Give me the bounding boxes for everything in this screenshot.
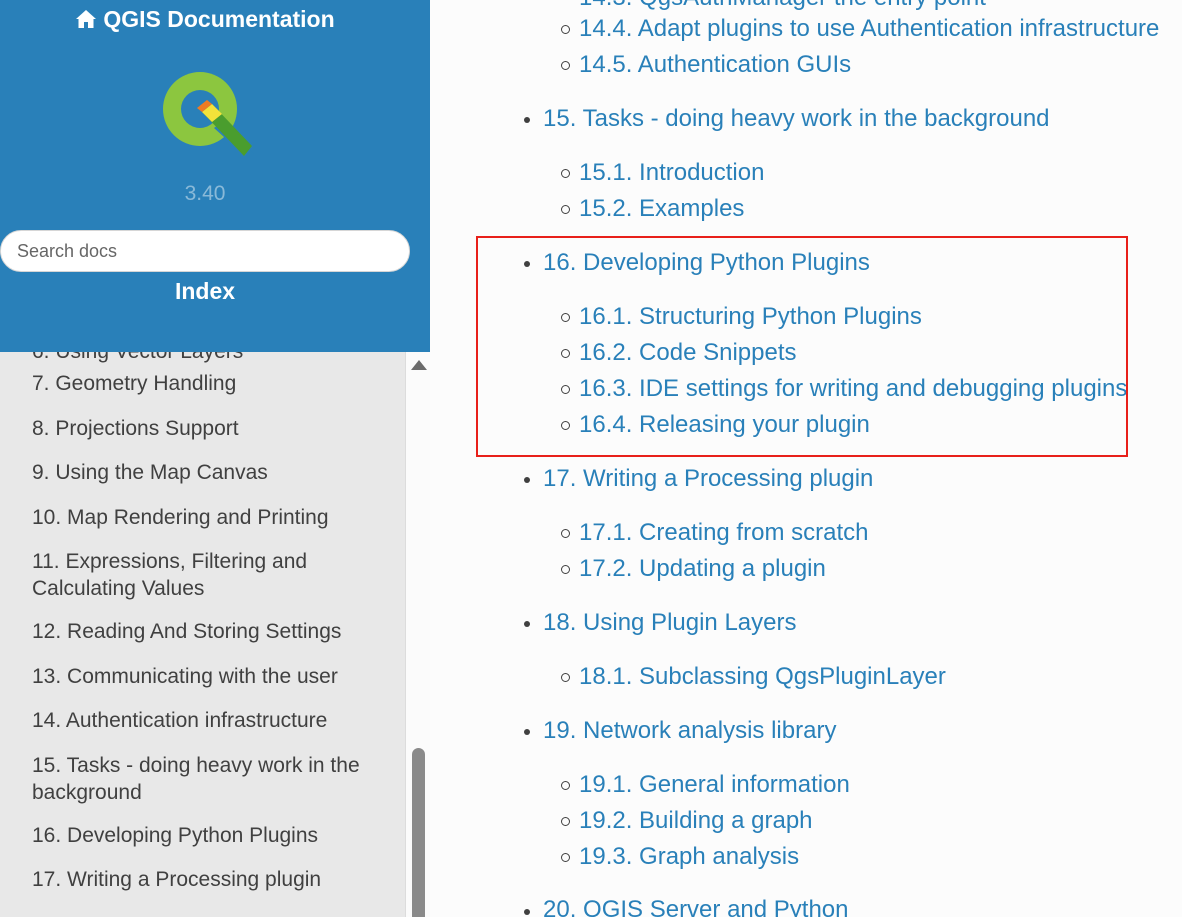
toc-item-partial[interactable]: 6. Using Vector Layers	[32, 352, 243, 364]
toc-list: 6. Using Vector Layers 7. Geometry Handl…	[0, 352, 405, 917]
toc-link[interactable]: 15.2. Examples	[579, 194, 744, 224]
main-content: 14.3. QgsAuthManager the entry point 14.…	[430, 0, 1182, 917]
disc-bullet	[524, 729, 530, 735]
toc-link[interactable]: 16.4. Releasing your plugin	[579, 410, 870, 440]
disc-bullet	[524, 477, 530, 483]
disc-bullet	[524, 261, 530, 267]
toc-link[interactable]: 19. Network analysis library	[543, 716, 836, 746]
sidebar: QGIS Documentation 3.40 Index 6. Using V…	[0, 0, 430, 917]
circle-bullet	[561, 673, 570, 682]
toc-link[interactable]: 20. QGIS Server and Python	[543, 895, 849, 917]
toc-link[interactable]: 14.5. Authentication GUIs	[579, 50, 851, 80]
version-label: 3.40	[184, 182, 226, 205]
circle-bullet	[561, 169, 570, 178]
circle-bullet	[561, 781, 570, 790]
toc-item[interactable]: 16. Developing Python Plugins	[0, 822, 405, 849]
toc-link[interactable]: 16.1. Structuring Python Plugins	[579, 302, 922, 332]
toc-link[interactable]: 19.2. Building a graph	[579, 806, 813, 836]
circle-bullet	[561, 421, 570, 430]
circle-bullet	[561, 25, 570, 34]
toc-link[interactable]: 17.1. Creating from scratch	[579, 518, 868, 548]
site-title: QGIS Documentation	[103, 6, 335, 32]
toc-item[interactable]: 7. Geometry Handling	[0, 370, 405, 397]
sidebar-scrollbar[interactable]	[405, 352, 430, 917]
scroll-up-arrow-icon[interactable]	[411, 360, 427, 370]
home-icon	[75, 8, 97, 35]
circle-bullet	[561, 853, 570, 862]
circle-bullet	[561, 565, 570, 574]
toc-link[interactable]: 18. Using Plugin Layers	[543, 608, 796, 638]
circle-bullet	[561, 349, 570, 358]
toc-link[interactable]: 16. Developing Python Plugins	[543, 248, 870, 278]
toc-link[interactable]: 16.3. IDE settings for writing and debug…	[579, 374, 1127, 404]
home-link[interactable]: QGIS Documentation	[0, 6, 410, 35]
sidebar-header: QGIS Documentation 3.40 Index	[0, 0, 430, 352]
toc-item[interactable]: 12. Reading And Storing Settings	[0, 618, 405, 645]
search-input[interactable]	[0, 230, 410, 272]
toc-link[interactable]: 14.4. Adapt plugins to use Authenticatio…	[579, 14, 1159, 44]
toc-link[interactable]: 16.2. Code Snippets	[579, 338, 797, 368]
circle-bullet	[561, 313, 570, 322]
toc-item[interactable]: 14. Authentication infrastructure	[0, 707, 405, 734]
disc-bullet	[524, 909, 530, 915]
toc-link[interactable]: 19.1. General information	[579, 770, 850, 800]
index-link[interactable]: Index	[0, 278, 410, 305]
toc-item[interactable]: 11. Expressions, Filtering and Calculati…	[0, 548, 405, 602]
toc-item[interactable]: 13. Communicating with the user	[0, 663, 405, 690]
toc-link[interactable]: 17.2. Updating a plugin	[579, 554, 826, 584]
scrollbar-thumb[interactable]	[412, 748, 425, 917]
qgis-logo[interactable]	[154, 62, 254, 162]
circle-bullet	[561, 61, 570, 70]
toc-item[interactable]: 10. Map Rendering and Printing	[0, 504, 405, 531]
toc-link[interactable]: 18.1. Subclassing QgsPluginLayer	[579, 662, 946, 692]
circle-bullet	[561, 529, 570, 538]
toc-link[interactable]: 15.1. Introduction	[579, 158, 764, 188]
toc-item[interactable]: 8. Projections Support	[0, 415, 405, 442]
disc-bullet	[524, 117, 530, 123]
toc-item[interactable]: 9. Using the Map Canvas	[0, 459, 405, 486]
toc-link[interactable]: 19.3. Graph analysis	[579, 842, 799, 872]
toc-link[interactable]: 15. Tasks - doing heavy work in the back…	[543, 104, 1050, 134]
circle-bullet	[561, 385, 570, 394]
disc-bullet	[524, 621, 530, 627]
circle-bullet	[561, 817, 570, 826]
toc-item[interactable]: 17. Writing a Processing plugin	[0, 866, 405, 893]
circle-bullet	[561, 205, 570, 214]
toc-item[interactable]: 15. Tasks - doing heavy work in the back…	[0, 752, 405, 806]
toc-link[interactable]: 17. Writing a Processing plugin	[543, 464, 873, 494]
toc-link-partial[interactable]: 14.3. QgsAuthManager the entry point	[579, 0, 986, 12]
